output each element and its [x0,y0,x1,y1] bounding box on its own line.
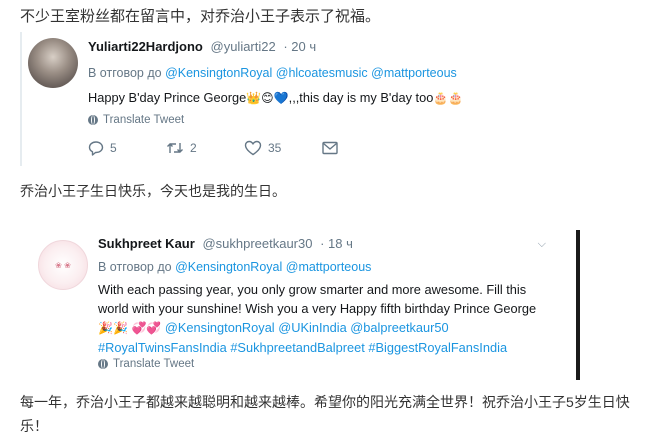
intro-text: 不少王室粉丝都在留言中，对乔治小王子表示了祝福。 [20,8,381,25]
reply-to-line: В отговор до @KensingtonRoyal @hlcoatesm… [88,66,457,80]
hashtag-link[interactable]: #BiggestRoyalFansIndia [368,340,507,355]
reply-icon [88,141,104,156]
tweet-text: Happy B'day Prince George👑😊💙,,,this day … [88,88,463,108]
tweet-text-main: With each passing year, you only grow sm… [98,282,537,316]
retweet-count: 2 [190,141,197,155]
translate-label: Translate Tweet [113,358,195,370]
translate-tweet-link[interactable]: Translate Tweet [98,358,194,370]
like-button[interactable]: 35 [244,140,322,156]
hearts-emoji: 💞💞 [131,321,162,335]
chevron-down-icon[interactable]: ⌵ [538,238,546,251]
tweet-text-start: Happy B'day Prince George [88,90,247,105]
author-name[interactable]: Yuliarti22Hardjono [88,39,203,54]
like-count: 35 [268,141,282,155]
avatar[interactable]: ❀ ❀ [38,240,88,290]
reply-count: 5 [110,141,117,155]
author-handle[interactable]: @yuliarti22 [211,39,276,54]
mention-link[interactable]: @KensingtonRoyal [165,66,272,80]
author-handle[interactable]: @sukhpreetkaur30 [202,236,312,251]
hashtag-link[interactable]: #SukhpreetandBalpreet [230,340,364,355]
tweet-time[interactable]: · 18 ч [320,236,353,251]
globe-icon [98,359,108,369]
retweet-icon [167,143,183,153]
party-popper-emoji: 🎉🎉 [98,321,128,335]
reply-to-line: В отговор до @KensingtonRoyal @mattporte… [98,260,371,274]
envelope-icon [322,141,338,155]
reply-button[interactable]: 5 [88,140,166,156]
tweet-text-end: ,,,this day is my B'day too [288,90,434,105]
tweet-text: With each passing year, you only grow sm… [98,280,554,357]
reply-prefix: В отговор до [98,260,172,274]
caption-text: 乔治小王子生日快乐，今天也是我的生日。 [20,183,286,199]
translate-label: Translate Tweet [103,114,185,126]
scrollbar[interactable] [576,230,580,380]
tweet-header: Yuliarti22Hardjono @yuliarti22 · 20 ч [88,39,316,54]
author-name[interactable]: Sukhpreet Kaur [98,236,195,251]
crown-smile-heart-emoji: 👑😊💙 [246,91,289,105]
heart-icon [244,140,262,156]
caption-text: 每一年，乔治小王子都越来越聪明和越来越棒。希望你的阳光充满全世界！祝乔治小王子5… [20,394,630,434]
mention-link[interactable]: @hlcoatesmusic [276,66,368,80]
message-button[interactable] [322,141,400,155]
avatar[interactable] [28,38,78,88]
mention-link[interactable]: @KensingtonRoyal [165,320,275,335]
translate-tweet-link[interactable]: Translate Tweet [88,114,184,126]
mention-link[interactable]: @balpreetkaur50 [350,320,448,335]
hashtag-link[interactable]: #RoyalTwinsFansIndia [98,340,227,355]
mention-link[interactable]: @KensingtonRoyal [175,260,282,274]
retweet-button[interactable]: 2 [166,140,244,156]
reply-prefix: В отговор до [88,66,162,80]
mention-link[interactable]: @mattporteous [371,66,457,80]
globe-icon [88,115,98,125]
mention-link[interactable]: @mattporteous [286,260,372,274]
tweet-header: Sukhpreet Kaur @sukhpreetkaur30 · 18 ч [98,236,353,251]
tweet-time[interactable]: · 20 ч [283,39,316,54]
mention-link[interactable]: @UKinIndia [278,320,346,335]
tweet-card-yuliarti[interactable]: Yuliarti22Hardjono @yuliarti22 · 20 ч В … [20,32,488,166]
floral-pattern-icon: ❀ ❀ [55,260,71,270]
tweet-actions: 5 2 35 [88,140,400,156]
tweet-card-sukhpreet[interactable]: ❀ ❀ Sukhpreet Kaur @sukhpreetkaur30 · 18… [20,228,580,380]
cake-emoji: 🎂🎂 [433,91,464,105]
